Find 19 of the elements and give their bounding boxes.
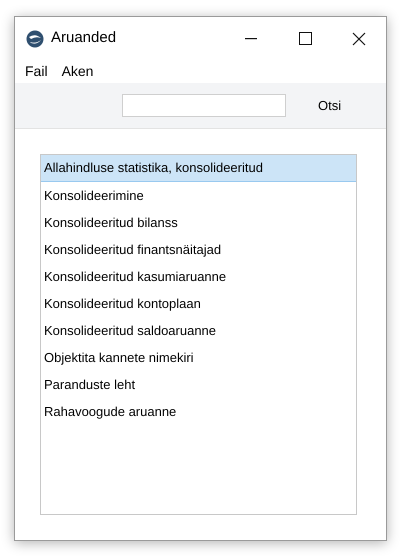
list-item[interactable]: Konsolideeritud bilanss [41, 209, 356, 236]
list-item[interactable]: Konsolideerimine [41, 182, 356, 209]
list-item[interactable]: Konsolideeritud kontoplaan [41, 290, 356, 317]
app-logo-icon [26, 30, 44, 48]
list-item[interactable]: Allahindluse statistika, konsolideeritud [41, 155, 356, 182]
menu-item[interactable]: Fail [25, 61, 48, 82]
maximize-icon [298, 32, 312, 45]
minimize-icon [245, 38, 257, 40]
window-title: Aruanded [51, 28, 116, 48]
list-item[interactable]: Objektita kannete nimekiri [41, 344, 356, 371]
list-item[interactable]: Rahavoogude aruanne [41, 398, 356, 425]
search-field[interactable] [122, 94, 286, 117]
close-icon [352, 32, 366, 46]
menu-item[interactable]: Aken [62, 61, 94, 82]
list-item[interactable]: Konsolideeritud finantsnäitajad [41, 236, 356, 263]
list-item[interactable]: Konsolideeritud kasumiaruanne [41, 263, 356, 290]
list-item[interactable]: Paranduste leht [41, 371, 356, 398]
search-button[interactable]: Otsi [306, 94, 354, 118]
list-item[interactable]: Konsolideeritud saldoaruanne [41, 317, 356, 344]
